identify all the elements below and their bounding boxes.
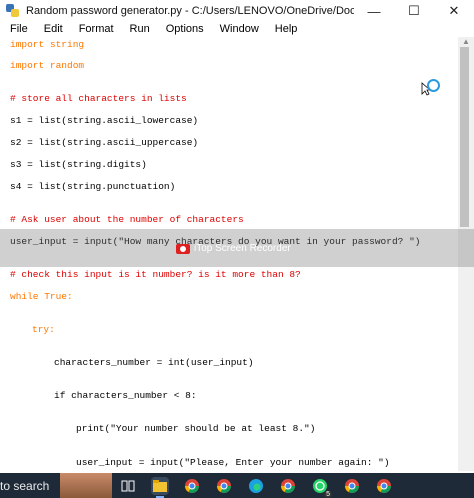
minimize-button[interactable]: — — [354, 0, 394, 22]
menu-window[interactable]: Window — [211, 23, 266, 35]
code-line: characters_number = int(user_input) — [54, 357, 254, 368]
menu-options[interactable]: Options — [157, 23, 211, 35]
code-line: user_input = input("Please, Enter your n… — [76, 457, 390, 468]
chrome-icon[interactable] — [279, 477, 297, 495]
code-line: import random — [10, 60, 85, 71]
python-icon — [6, 4, 20, 18]
scroll-thumb[interactable] — [460, 47, 469, 227]
chrome-icon[interactable] — [375, 477, 393, 495]
code-line: while True: — [10, 291, 73, 302]
task-view-icon[interactable] — [119, 477, 137, 495]
code-line: if characters_number < 8: — [54, 390, 197, 401]
taskbar-search[interactable]: to search — [0, 479, 60, 493]
menu-edit[interactable]: Edit — [35, 23, 70, 35]
menu-format[interactable]: Format — [70, 23, 121, 35]
code-line: import string — [10, 39, 85, 50]
recorder-watermark: iTop Screen Recorder — [176, 243, 291, 254]
menu-run[interactable]: Run — [121, 23, 157, 35]
edge-icon[interactable] — [247, 477, 265, 495]
recorder-label: iTop Screen Recorder — [194, 243, 291, 254]
code-line: # Ask user about the number of character… — [10, 214, 244, 225]
code-line: try: — [32, 324, 55, 335]
title-bar: Random password generator.py - C:/Users/… — [0, 0, 474, 23]
whatsapp-icon[interactable]: 5 — [311, 477, 332, 498]
code-line: s4 = list(string.punctuation) — [10, 181, 176, 192]
window-title: Random password generator.py - C:/Users/… — [26, 5, 354, 17]
click-indicator-icon — [427, 79, 440, 92]
menu-help[interactable]: Help — [266, 23, 305, 35]
record-icon — [176, 243, 190, 254]
chrome-icon[interactable] — [215, 477, 233, 495]
code-line: # check this input is it number? is it m… — [10, 269, 301, 280]
menu-file[interactable]: File — [0, 23, 35, 35]
scroll-up-arrow-icon[interactable]: ▲ — [458, 37, 474, 47]
chrome-icon[interactable] — [343, 477, 361, 495]
code-line: # store all characters in lists — [10, 93, 187, 104]
code-line: s3 = list(string.digits) — [10, 159, 147, 170]
code-line: print("Your number should be at least 8.… — [76, 423, 316, 434]
search-highlight-image — [60, 473, 112, 498]
notification-badge: 5 — [324, 490, 332, 498]
maximize-button[interactable]: ☐ — [394, 0, 434, 22]
chrome-icon[interactable] — [183, 477, 201, 495]
code-line: s1 = list(string.ascii_lowercase) — [10, 115, 199, 126]
taskbar: to search 5 — [0, 473, 474, 498]
code-line: s2 = list(string.ascii_uppercase) — [10, 137, 199, 148]
menu-bar: File Edit Format Run Options Window Help — [0, 22, 474, 36]
file-explorer-icon[interactable] — [151, 476, 169, 498]
close-button[interactable]: ✕ — [434, 0, 474, 22]
